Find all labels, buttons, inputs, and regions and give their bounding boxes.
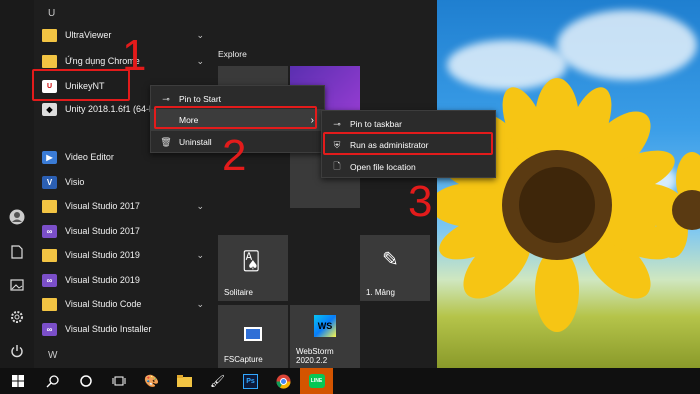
tile-label: 1. Mảng xyxy=(366,288,395,297)
file-explorer-icon[interactable] xyxy=(168,368,201,394)
file-location-icon: 🗋 xyxy=(333,161,341,171)
step-number-3: 3 xyxy=(408,177,433,226)
app-label: UltraViewer xyxy=(65,30,112,40)
windows-start-icon[interactable] xyxy=(0,368,36,394)
app-item-vs2019[interactable]: ∞ Visual Studio 2019 xyxy=(42,269,210,291)
step-number-2: 2 xyxy=(222,131,247,180)
section-header-u[interactable]: U xyxy=(48,8,55,19)
search-icon[interactable] xyxy=(36,368,69,394)
chevron-down-icon: ⌄ xyxy=(196,200,204,211)
tile-fscapture[interactable]: FSCapture xyxy=(218,305,288,368)
menu-label: Pin to Start xyxy=(179,94,222,104)
trash-icon: 🗑 xyxy=(160,136,172,147)
visual-studio-installer-icon: ∞ xyxy=(42,322,57,336)
app-item-vscode-folder[interactable]: Visual Studio Code ⌄ xyxy=(42,293,210,315)
folder-icon xyxy=(42,297,57,311)
pin-icon: ⊸ xyxy=(333,118,341,129)
taskbar: 🎨 🖌 Ps LINE xyxy=(0,368,700,394)
app-label: Visual Studio Code xyxy=(65,299,142,309)
paint-app-icon[interactable]: 🎨 xyxy=(135,368,168,394)
visual-studio-icon: ∞ xyxy=(42,273,57,287)
photoshop-icon[interactable]: Ps xyxy=(234,368,267,394)
section-header-w[interactable]: W xyxy=(48,350,57,361)
menu-label: Open file location xyxy=(350,162,416,172)
folder-icon xyxy=(42,54,57,68)
folder-icon xyxy=(42,248,57,262)
tile-mang[interactable]: ✎ 1. Mảng xyxy=(360,235,430,301)
tile-webstorm[interactable]: WS WebStorm 2020.2.2 xyxy=(290,305,360,368)
start-rail xyxy=(0,0,34,368)
visual-studio-icon: ∞ xyxy=(42,224,57,238)
app-label: Unity 2018.1.6f1 (64-bit) xyxy=(65,104,162,114)
app-item-vs2019-folder[interactable]: Visual Studio 2019 ⌄ xyxy=(42,244,210,266)
app-label: Visual Studio 2019 xyxy=(65,250,140,260)
chevron-down-icon: ⌄ xyxy=(196,29,204,40)
chevron-down-icon: ⌄ xyxy=(196,249,204,260)
app-label: Visual Studio Installer xyxy=(65,324,152,334)
app-item-vs2017[interactable]: ∞ Visual Studio 2017 xyxy=(42,220,210,242)
power-icon[interactable] xyxy=(7,341,27,361)
tiles-area: Explore 🂡 Solitaire ✎ 1. Mảng FSCapture … xyxy=(214,0,437,368)
app-label: Visual Studio 2017 xyxy=(65,226,140,236)
pictures-icon[interactable] xyxy=(7,275,27,295)
tile-solitaire[interactable]: 🂡 Solitaire xyxy=(218,235,288,301)
folder-icon xyxy=(42,28,57,42)
chrome-icon[interactable] xyxy=(267,368,300,394)
cortana-icon[interactable] xyxy=(69,368,102,394)
visio-icon: V xyxy=(42,175,57,189)
playing-cards-icon: 🂡 xyxy=(242,251,261,271)
app-item-vs-installer[interactable]: ∞ Visual Studio Installer xyxy=(42,318,210,340)
unity-icon: ◆ xyxy=(42,102,57,116)
highlight-box-unikeynt xyxy=(32,69,130,101)
chevron-down-icon: ⌄ xyxy=(196,55,204,66)
pin-icon: ⊸ xyxy=(162,93,170,104)
app-label: Visual Studio 2017 xyxy=(65,201,140,211)
task-view-icon[interactable] xyxy=(102,368,135,394)
video-editor-icon: ▶ xyxy=(42,150,57,164)
tile-label: FSCapture xyxy=(224,355,263,364)
webstorm-icon: WS xyxy=(314,315,336,337)
settings-gear-icon[interactable] xyxy=(7,307,27,327)
app-label: Video Editor xyxy=(65,152,114,162)
fscapture-icon xyxy=(244,327,262,341)
sunflower-image xyxy=(437,78,700,332)
user-icon[interactable] xyxy=(7,207,27,227)
tile-label: Solitaire xyxy=(224,288,253,297)
tile-label: WebStorm 2020.2.2 xyxy=(296,347,334,366)
app-item-visio[interactable]: V Visio xyxy=(42,171,210,193)
start-menu: U UltraViewer ⌄ Ứng dụng Chrome ⌄ U Unik… xyxy=(0,0,437,368)
menu-item-open-file-location[interactable]: 🗋 Open file location xyxy=(322,156,495,178)
highlight-box-more xyxy=(154,106,317,129)
line-app-icon[interactable]: LINE xyxy=(300,368,333,394)
menu-label: Uninstall xyxy=(179,137,212,147)
desktop-wallpaper xyxy=(437,0,700,368)
paint-palette-icon[interactable]: 🖌 xyxy=(201,368,234,394)
document-edit-icon: ✎ xyxy=(382,249,399,271)
app-label: Visual Studio 2019 xyxy=(65,275,140,285)
documents-icon[interactable] xyxy=(7,242,27,262)
menu-label: Pin to taskbar xyxy=(350,119,402,129)
app-label: Visio xyxy=(65,177,85,187)
highlight-box-run-as-admin xyxy=(323,132,493,155)
folder-icon xyxy=(42,199,57,213)
app-item-vs2017-folder[interactable]: Visual Studio 2017 ⌄ xyxy=(42,195,210,217)
chevron-down-icon: ⌄ xyxy=(196,298,204,309)
tile-group-explore: Explore xyxy=(218,49,247,59)
step-number-1: 1 xyxy=(122,31,147,80)
